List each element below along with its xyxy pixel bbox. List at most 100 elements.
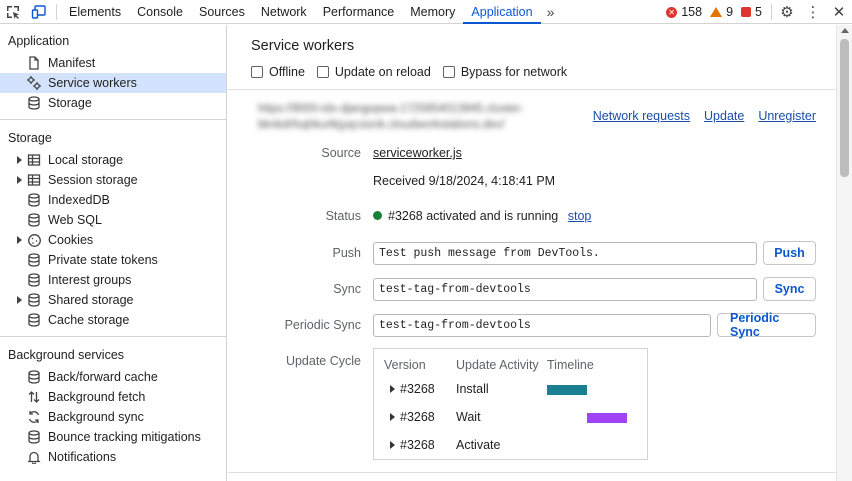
row-activity: Wait <box>456 410 481 424</box>
push-message-input[interactable] <box>373 242 757 265</box>
warning-icon <box>710 7 723 17</box>
update-link[interactable]: Update <box>704 109 744 123</box>
device-toolbar-icon[interactable] <box>26 0 52 24</box>
database-icon <box>26 429 42 445</box>
tab-console[interactable]: Console <box>129 0 191 24</box>
expand-row-icon[interactable] <box>390 441 395 449</box>
checkbox-box[interactable] <box>316 66 329 78</box>
status-value: #3268 activated and is running stop <box>373 209 591 223</box>
sidebar-item-background-sync[interactable]: Background sync <box>0 407 226 427</box>
checkbox-box[interactable] <box>251 66 263 78</box>
section-divider <box>228 472 836 473</box>
issue-icon <box>741 7 752 17</box>
sidebar-item-shared-storage[interactable]: Shared storage <box>0 290 226 310</box>
sidebar-item-private-state-tokens[interactable]: Private state tokens <box>0 250 226 270</box>
settings-gear-icon[interactable]: ⚙ <box>774 0 800 24</box>
update-cycle-label: Update Cycle <box>285 354 361 368</box>
database-icon <box>26 212 42 228</box>
expand-row-icon[interactable] <box>390 413 395 421</box>
offline-checkbox[interactable]: Offline <box>251 65 305 79</box>
row-version: #3268 <box>400 382 435 396</box>
sidebar-item-cookies[interactable]: Cookies <box>0 230 226 250</box>
section-divider <box>228 89 836 90</box>
sidebar-item-label: Session storage <box>48 173 138 187</box>
expand-arrow-icon[interactable] <box>17 236 22 244</box>
section-header-storage: Storage <box>8 131 52 145</box>
checkbox-label: Bypass for network <box>460 65 568 79</box>
scrollbar-thumb[interactable] <box>840 39 849 177</box>
section-header-background-services: Background services <box>8 348 125 362</box>
sidebar-item-label: Shared storage <box>48 293 134 307</box>
sidebar-item-interest-groups[interactable]: Interest groups <box>0 270 226 290</box>
database-icon <box>26 312 42 328</box>
sidebar-item-back-forward-cache[interactable]: Back/forward cache <box>0 367 226 387</box>
page-title: Service workers <box>251 38 355 54</box>
bypass-for-network-checkbox[interactable]: Bypass for network <box>442 65 568 79</box>
tab-sources[interactable]: Sources <box>191 0 253 24</box>
periodic-sync-tag-input[interactable] <box>373 314 711 337</box>
push-button[interactable]: Push <box>763 241 816 265</box>
tab-network[interactable]: Network <box>253 0 315 24</box>
main-scrollbar[interactable] <box>836 25 852 481</box>
column-header-version: Version <box>384 358 426 372</box>
table-icon <box>26 152 42 168</box>
sidebar-divider <box>0 119 226 120</box>
tab-application[interactable]: Application <box>463 0 541 24</box>
sidebar-item-label: Private state tokens <box>48 253 158 267</box>
expand-row-icon[interactable] <box>390 385 395 393</box>
error-icon: ✕ <box>666 6 678 18</box>
expand-arrow-icon[interactable] <box>17 156 22 164</box>
tab-memory[interactable]: Memory <box>402 0 463 24</box>
more-options-icon[interactable]: ⋮ <box>800 0 826 24</box>
worker-actions: Network requests Update Unregister <box>593 109 816 123</box>
checkbox-box[interactable] <box>442 66 455 78</box>
status-text: #3268 activated and is running <box>388 209 559 223</box>
error-count: 158 <box>681 5 703 19</box>
push-label: Push <box>332 246 362 260</box>
sidebar-item-notifications[interactable]: Notifications <box>0 447 226 467</box>
sidebar-item-storage[interactable]: Storage <box>0 93 226 113</box>
sync-button[interactable]: Sync <box>763 277 816 301</box>
sidebar-item-cache-storage[interactable]: Cache storage <box>0 310 226 330</box>
sync-icon <box>26 409 42 425</box>
sync-tag-input[interactable] <box>373 278 757 301</box>
sidebar-item-indexeddb[interactable]: IndexedDB <box>0 190 226 210</box>
sidebar-item-label: Web SQL <box>48 213 102 227</box>
section-header-application: Application <box>8 34 70 48</box>
tab-elements[interactable]: Elements <box>61 0 129 24</box>
expand-arrow-icon[interactable] <box>17 296 22 304</box>
sidebar-item-manifest[interactable]: Manifest <box>0 53 226 73</box>
periodic-sync-button[interactable]: Periodic Sync <box>717 311 816 339</box>
tab-performance[interactable]: Performance <box>315 0 403 24</box>
sidebar-item-session-storage[interactable]: Session storage <box>0 170 226 190</box>
stop-link[interactable]: stop <box>568 209 592 223</box>
warning-count: 9 <box>726 5 734 19</box>
inspect-element-icon[interactable] <box>0 0 26 24</box>
up-down-arrows-icon <box>26 389 42 405</box>
scroll-up-arrow-icon[interactable] <box>841 28 849 33</box>
error-counter[interactable]: ✕ 158 <box>666 5 702 19</box>
database-icon <box>26 369 42 385</box>
unregister-link[interactable]: Unregister <box>758 109 816 123</box>
network-requests-link[interactable]: Network requests <box>593 109 690 123</box>
sidebar-item-background-fetch[interactable]: Background fetch <box>0 387 226 407</box>
sidebar-item-label: Cookies <box>48 233 94 247</box>
database-icon <box>26 95 42 111</box>
sidebar-item-local-storage[interactable]: Local storage <box>0 150 226 170</box>
database-icon <box>26 272 42 288</box>
sidebar-item-label: Manifest <box>48 56 96 70</box>
received-timestamp: Received 9/18/2024, 4:18:41 PM <box>373 174 556 188</box>
issues-counter[interactable]: 5 <box>741 5 762 19</box>
update-on-reload-checkbox[interactable]: Update on reload <box>316 65 431 79</box>
checkbox-label: Offline <box>269 65 305 79</box>
source-link[interactable]: serviceworker.js <box>373 146 462 160</box>
warning-counter[interactable]: 9 <box>710 5 733 19</box>
issue-counters[interactable]: ✕ 158 9 5 <box>666 0 762 24</box>
sidebar-item-service-workers[interactable]: Service workers <box>0 73 226 93</box>
sidebar-item-web-sql[interactable]: Web SQL <box>0 210 226 230</box>
more-tabs-icon[interactable]: » <box>541 4 558 20</box>
expand-arrow-icon[interactable] <box>17 176 22 184</box>
sidebar-item-bounce-tracking-mitigations[interactable]: Bounce tracking mitigations <box>0 427 226 447</box>
sidebar-item-label: Background fetch <box>48 390 146 404</box>
close-icon[interactable]: ✕ <box>826 0 852 24</box>
